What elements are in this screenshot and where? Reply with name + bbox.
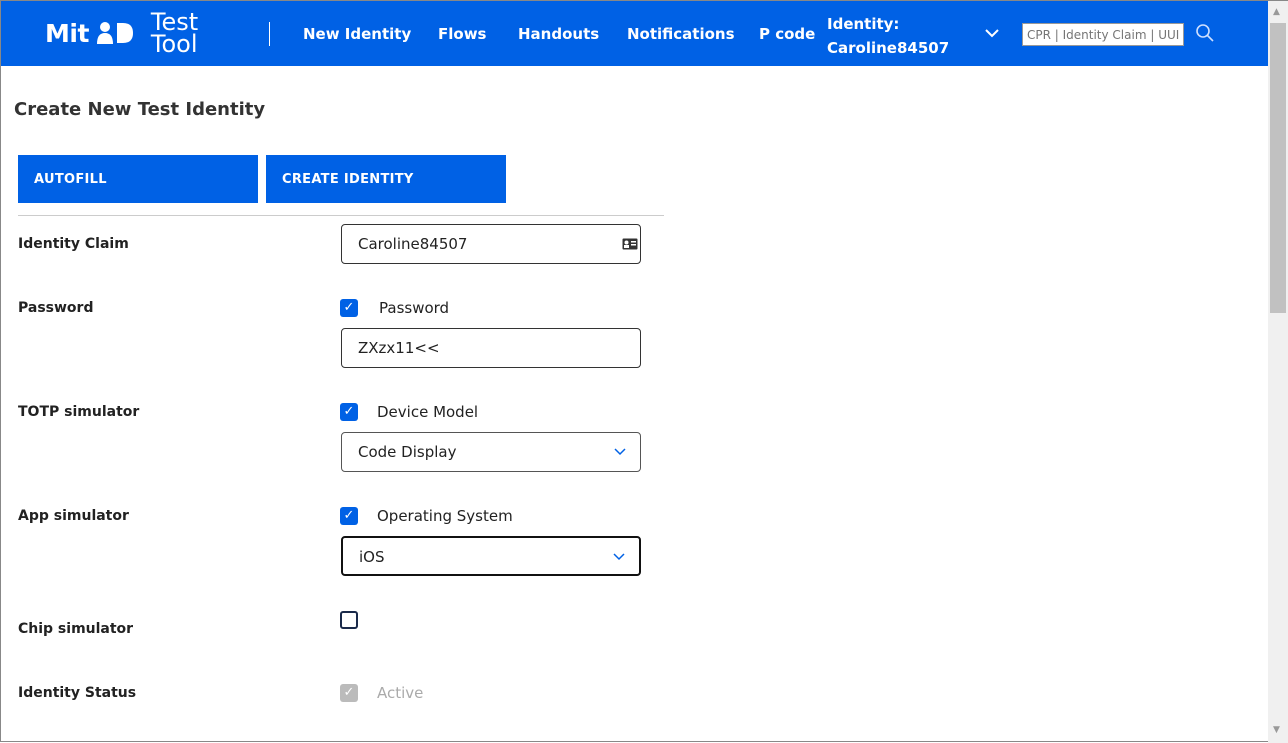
chevron-down-icon (613, 553, 625, 561)
totp-checkbox[interactable]: ✓ (340, 403, 358, 421)
operating-system-label: Operating System (377, 507, 513, 525)
identity-status-label: Identity Status (18, 685, 137, 701)
identity-claim-input[interactable]: Caroline84507 (341, 224, 641, 264)
chip-simulator-label: Chip simulator (18, 621, 134, 637)
top-nav-bar: Mit Test Tool New Identity Flows Handouts… (1, 1, 1268, 66)
chevron-down-icon[interactable] (985, 23, 999, 45)
password-checkbox-label: Password (379, 299, 450, 317)
active-checkbox: ✓ (340, 684, 358, 702)
create-identity-button[interactable]: CREATE IDENTITY (266, 155, 506, 203)
scrollbar-thumb[interactable] (1270, 23, 1286, 313)
nav-notifications[interactable]: Notifications (627, 25, 735, 43)
app-logo[interactable]: Mit Test Tool (45, 8, 199, 58)
device-model-select[interactable]: Code Display (341, 432, 641, 472)
identity-selector[interactable]: Identity: Caroline84507 (827, 12, 949, 60)
scrollbar[interactable]: ▲ ▼ (1268, 1, 1288, 743)
scroll-down-icon[interactable]: ▼ (1273, 725, 1280, 735)
password-checkbox[interactable]: ✓ (340, 299, 358, 317)
identity-claim-label: Identity Claim (18, 236, 129, 252)
id-card-icon (622, 238, 638, 250)
logo-test-tool: Test Tool (150, 8, 199, 58)
page-title: Create New Test Identity (14, 99, 266, 120)
password-input[interactable]: ZXzx11<< (341, 328, 641, 368)
autofill-button[interactable]: AUTOFILL (18, 155, 258, 203)
app-checkbox[interactable]: ✓ (340, 507, 358, 525)
totp-simulator-label: TOTP simulator (18, 404, 140, 420)
mitid-logo-icon (96, 22, 133, 44)
chevron-down-icon (614, 448, 626, 456)
divider (269, 22, 270, 46)
chip-checkbox[interactable] (340, 611, 358, 629)
logo-mit: Mit (45, 18, 89, 48)
nav-new-identity[interactable]: New Identity (303, 25, 411, 43)
nav-p-code[interactable]: P code (759, 25, 815, 43)
app-simulator-label: App simulator (18, 508, 129, 524)
scroll-up-icon[interactable]: ▲ (1273, 7, 1280, 17)
operating-system-select[interactable]: iOS (341, 536, 641, 576)
device-model-label: Device Model (377, 403, 479, 421)
divider (18, 215, 664, 216)
active-label: Active (377, 684, 424, 702)
nav-flows[interactable]: Flows (438, 25, 486, 43)
nav-handouts[interactable]: Handouts (518, 25, 599, 43)
search-icon[interactable] (1195, 23, 1215, 43)
search-input[interactable] (1022, 23, 1184, 46)
password-label: Password (18, 300, 94, 316)
